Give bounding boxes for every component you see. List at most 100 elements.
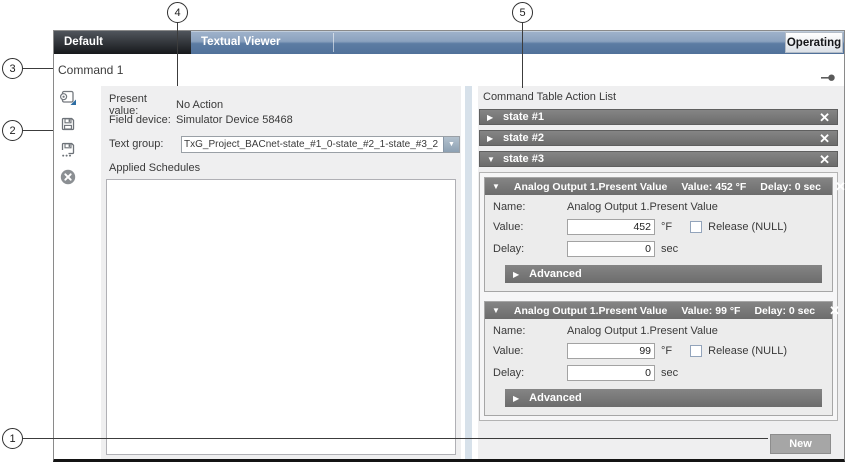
delay-unit: sec [661,367,678,379]
close-icon[interactable]: ✕ [819,132,830,145]
value-unit: °F [661,345,672,357]
release-null-label: Release (NULL) [708,345,787,357]
applied-schedules-row: Applied Schedules [109,162,200,174]
action-box: ▼ Analog Output 1.Present Value Value: 9… [484,301,833,416]
screenshot-root: 3 2 1 4 5 Default Textual Viewer Operati… [0,0,850,468]
callout-5-label: 5 [519,7,525,19]
discard-icon[interactable] [59,168,77,186]
header-separator [333,33,334,52]
state-bar-3[interactable]: ▼ state #3 ✕ [479,151,838,167]
state-stack: ▶ state #1 ✕ ▶ state #2 ✕ ▼ state #3 ✕ [479,109,838,421]
operating-mode-button[interactable]: Operating [785,32,843,53]
command-title: Command 1 [58,63,123,77]
value-row: Value: °F Release (NULL) [493,219,826,235]
applied-schedules-listbox[interactable] [106,179,456,455]
command-form-panel: Present value: No Action Field device: S… [101,86,461,459]
text-group-label: Text group: [109,138,176,150]
callout-4-line [177,23,178,86]
action-delay-summary: Delay: 0 sec [760,181,821,193]
collapse-down-icon[interactable]: ▼ [492,182,500,191]
delay-row: Delay: sec [493,365,826,381]
collapse-down-icon[interactable]: ▼ [492,306,500,315]
value-input[interactable] [567,219,655,235]
advanced-bar[interactable]: ▶ Advanced [505,265,822,283]
value-row: Value: °F Release (NULL) [493,343,826,359]
header-bar: Default Textual Viewer Operating [54,31,844,54]
callout-3-label: 3 [9,63,15,75]
action-content: Name: Analog Output 1.Present Value Valu… [485,319,832,415]
collapse-down-icon[interactable]: ▼ [487,155,503,164]
name-value: Analog Output 1.Present Value [567,201,718,213]
name-row: Name: Analog Output 1.Present Value [493,325,826,337]
callout-3-line [23,68,53,69]
action-value-summary: Value: 452 °F [681,181,746,193]
text-group-dropdown[interactable]: TxG_Project_BACnet-state_#1_0-state_#2_1… [181,136,460,153]
name-value: Analog Output 1.Present Value [567,325,718,337]
delay-input[interactable] [567,365,655,381]
pin-icon[interactable] [821,68,835,75]
expand-right-icon[interactable]: ▶ [487,113,503,122]
field-device: Simulator Device 58468 [176,114,293,126]
state-3-label: state #3 [503,153,544,165]
state-bar-2[interactable]: ▶ state #2 ✕ [479,130,838,146]
field-device-label: Field device: [109,114,176,126]
value-input[interactable] [567,343,655,359]
save-as-icon[interactable] [59,141,77,159]
callout-3: 3 [2,58,23,79]
action-content: Name: Analog Output 1.Present Value Valu… [485,195,832,291]
value-label: Value: [493,345,567,357]
close-icon[interactable]: ✕ [819,153,830,166]
release-null-checkbox[interactable] [690,345,702,357]
tab-default-label: Default [64,36,103,48]
action-header[interactable]: ▼ Analog Output 1.Present Value Value: 9… [485,302,832,319]
text-group-value: TxG_Project_BACnet-state_#1_0-state_#2_1… [182,139,443,150]
name-label: Name: [493,325,567,337]
delay-label: Delay: [493,243,567,255]
command-row: Command 1 [54,54,844,86]
action-list-title: Command Table Action List [483,91,616,103]
applied-schedules-label: Applied Schedules [109,162,200,174]
close-icon[interactable]: ✕ [829,304,840,317]
new-button-label: New [789,438,812,450]
tab-textual-viewer-label: Textual Viewer [201,36,280,48]
action-delay-summary: Delay: 0 sec [754,305,815,317]
delay-row: Delay: sec [493,241,826,257]
close-icon[interactable]: ✕ [819,111,830,124]
panel-splitter[interactable] [465,86,472,459]
tab-textual-viewer[interactable]: Textual Viewer [201,31,280,54]
app-window: Default Textual Viewer Operating Command… [53,30,845,462]
callout-5-line [522,23,523,88]
callout-1-line [23,438,768,439]
commission-icon[interactable] [59,89,77,107]
name-label: Name: [493,201,567,213]
action-header[interactable]: ▼ Analog Output 1.Present Value Value: 4… [485,178,832,195]
callout-4-label: 4 [174,7,180,19]
state-3-content: ▼ Analog Output 1.Present Value Value: 4… [479,172,838,421]
chevron-down-icon[interactable]: ▼ [443,137,459,152]
callout-2-line [23,130,53,131]
release-null-checkbox[interactable] [690,221,702,233]
delay-label: Delay: [493,367,567,379]
callout-1: 1 [2,428,23,449]
advanced-label: Advanced [529,392,582,404]
close-icon[interactable]: ✕ [835,180,846,193]
tab-default[interactable]: Default [54,31,191,54]
value-unit: °F [661,221,672,233]
save-icon[interactable] [59,115,77,133]
field-device-row: Field device: Simulator Device 58468 [109,114,293,126]
action-list-panel: Command Table Action List ▶ state #1 ✕ ▶… [478,86,844,459]
expand-right-icon[interactable]: ▶ [513,394,519,403]
delay-input[interactable] [567,241,655,257]
advanced-bar[interactable]: ▶ Advanced [505,389,822,407]
delay-unit: sec [661,243,678,255]
action-value-summary: Value: 99 °F [681,305,740,317]
release-null-label: Release (NULL) [708,221,787,233]
name-row: Name: Analog Output 1.Present Value [493,201,826,213]
new-button[interactable]: New [770,434,831,454]
text-group-row: Text group: TxG_Project_BACnet-state_#1_… [109,138,176,150]
state-bar-1[interactable]: ▶ state #1 ✕ [479,109,838,125]
expand-right-icon[interactable]: ▶ [487,134,503,143]
action-title: Analog Output 1.Present Value [514,305,667,317]
state-2-label: state #2 [503,132,544,144]
expand-right-icon[interactable]: ▶ [513,270,519,279]
